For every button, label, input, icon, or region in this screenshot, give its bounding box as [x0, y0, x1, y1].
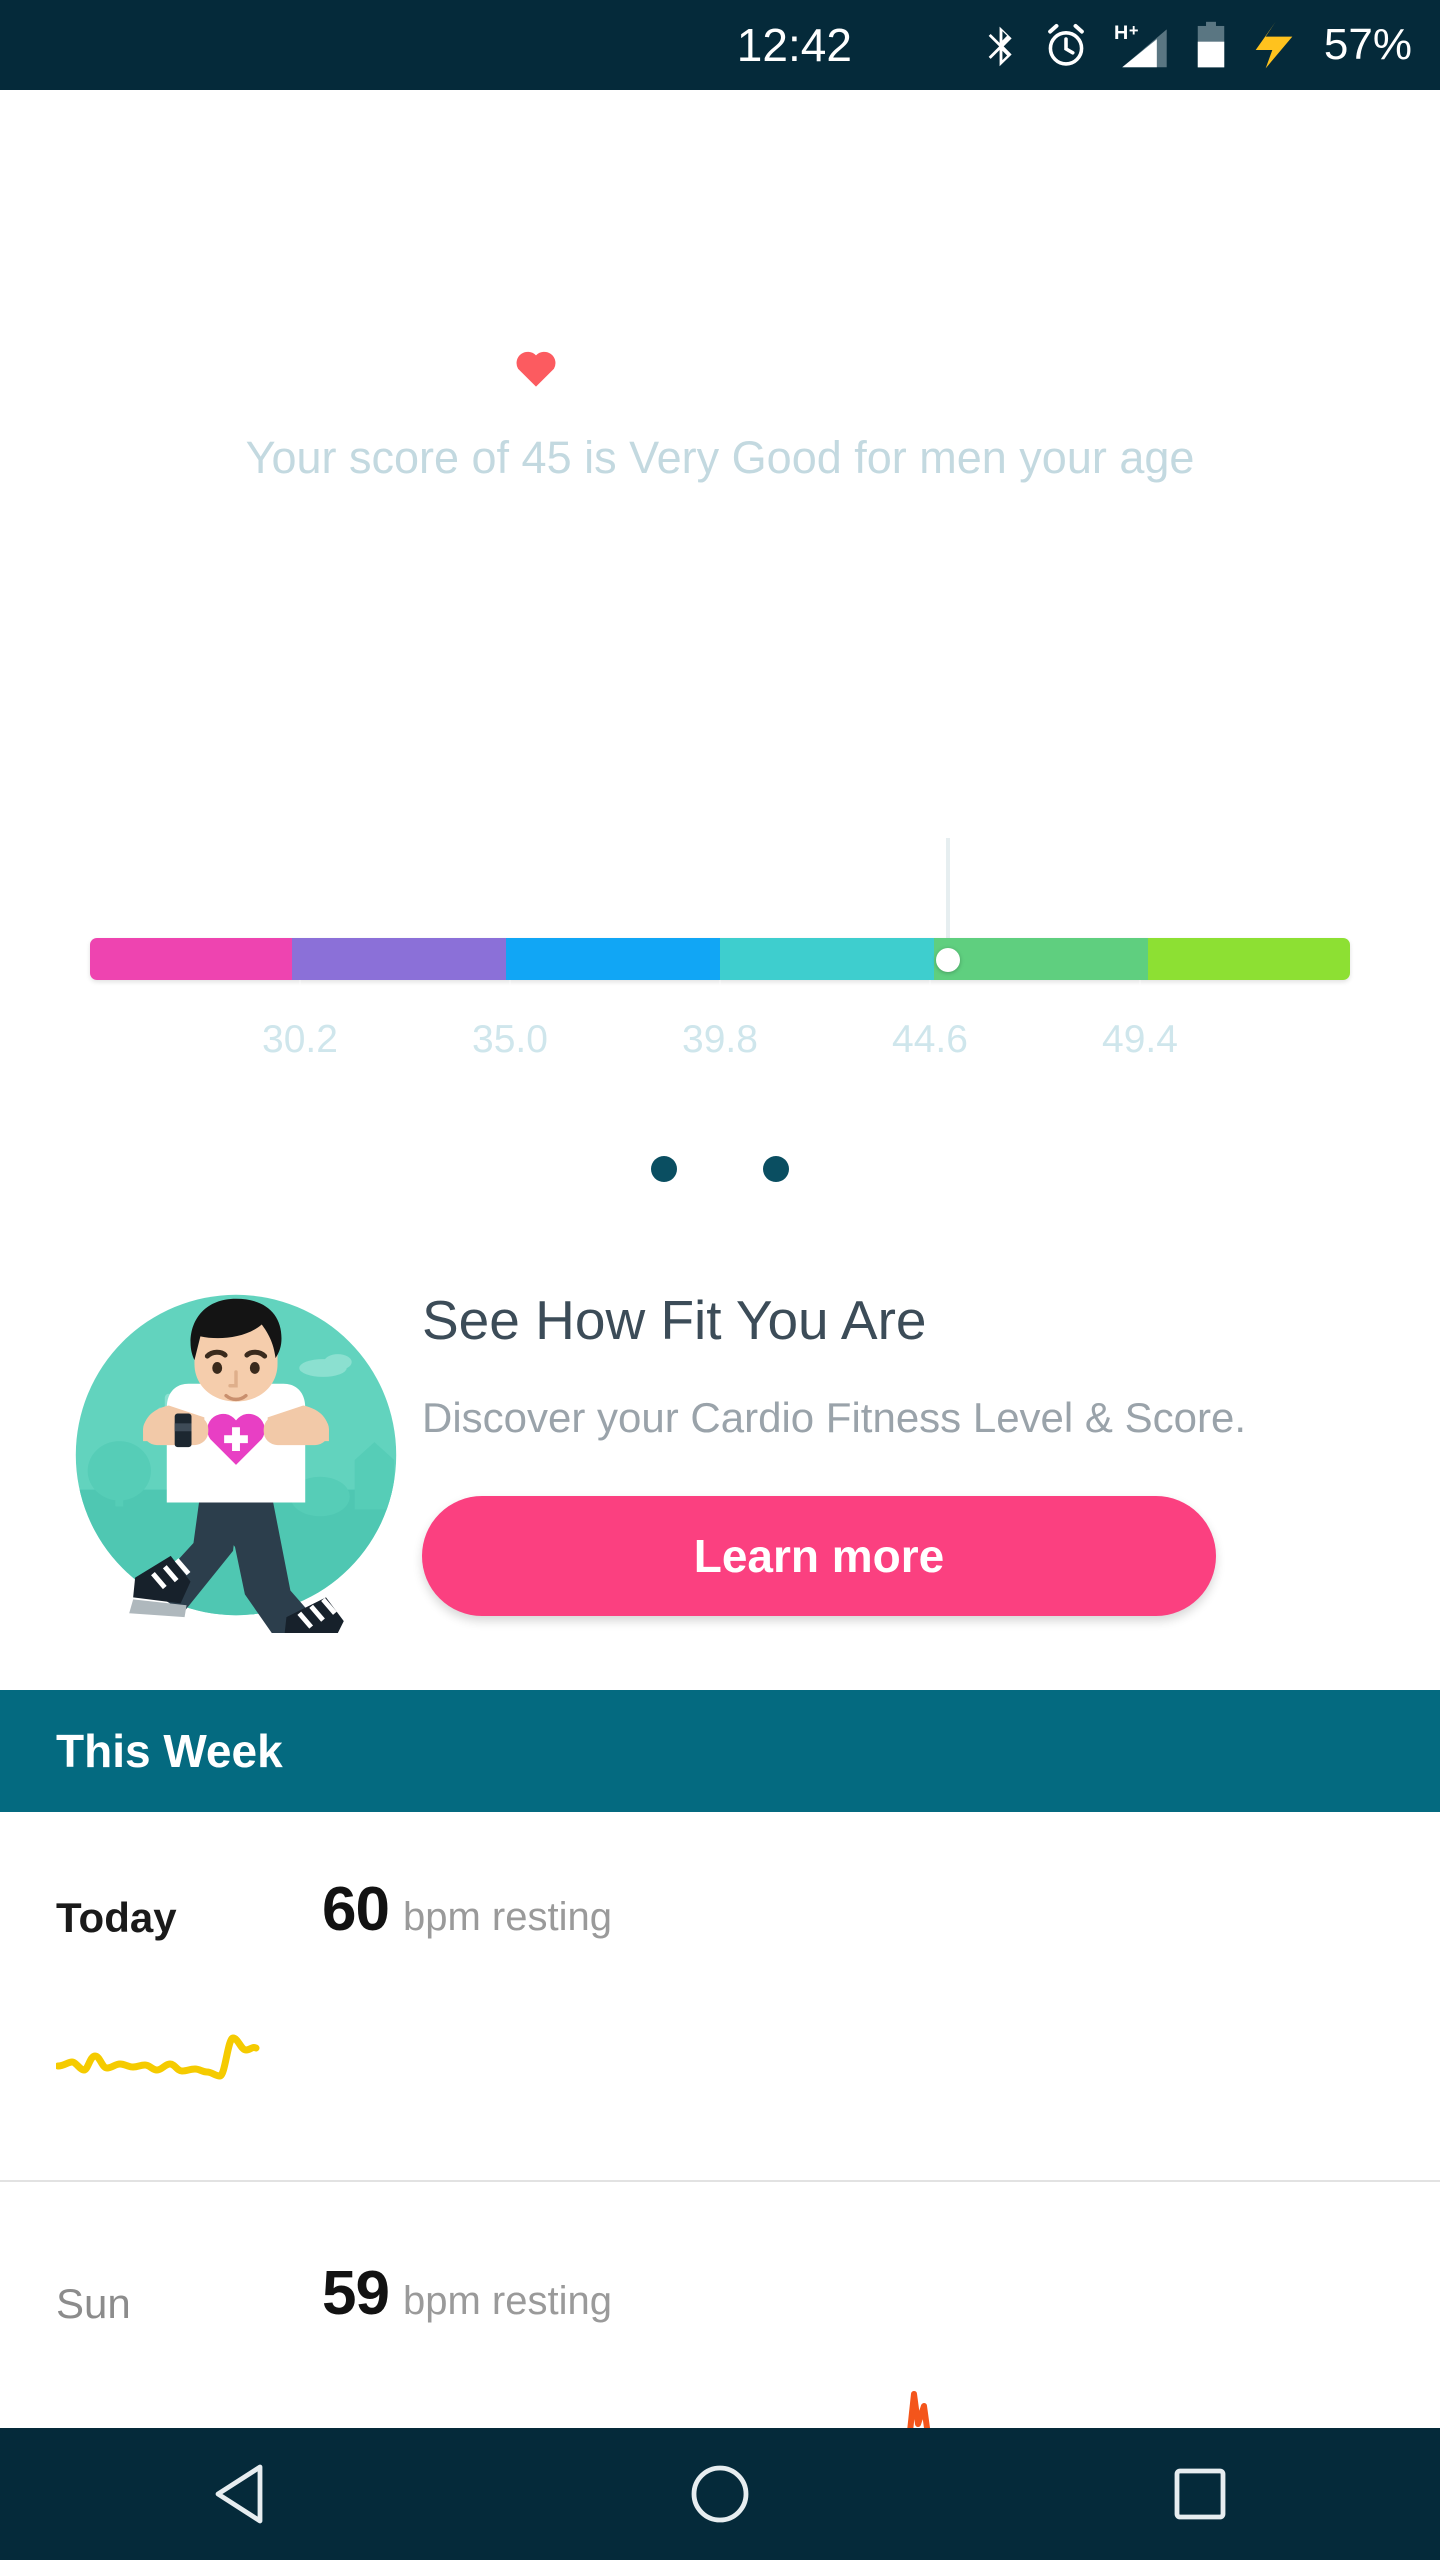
bpm-readout: 60 bpm resting — [322, 1874, 612, 1945]
cardio-fitness-header: Cardio Fitness — [0, 338, 1440, 396]
page-title: Heart Rate — [142, 132, 435, 199]
nav-home-button[interactable] — [620, 2428, 820, 2560]
home-circle-icon — [689, 2463, 751, 2525]
heart-rate-sparkline — [56, 2022, 316, 2102]
bpm-unit: bpm resting — [403, 1895, 612, 1940]
table-row[interactable]: Today 60 bpm resting — [0, 1812, 1440, 2180]
gauge-segment-1 — [292, 938, 506, 980]
page-dot-2[interactable] — [763, 1156, 789, 1182]
gauge-tick-line — [719, 980, 721, 1014]
this-week-label: This Week — [56, 1724, 283, 1778]
carousel-page-dots[interactable] — [0, 1156, 1440, 1182]
day-label: Today — [56, 1894, 177, 1942]
gauge-tick-label: 39.8 — [682, 1018, 758, 1062]
cardio-fitness-summary: Your score of 45 is Very Good for men yo… — [185, 428, 1255, 488]
promo-card: See How Fit You Are Discover your Cardio… — [0, 1220, 1440, 1690]
day-label: Sun — [56, 2280, 131, 2328]
recents-square-icon — [1173, 2467, 1227, 2521]
alarm-icon — [1044, 22, 1088, 68]
gauge-segment-4 — [934, 938, 1148, 980]
help-button[interactable]: ? — [1351, 128, 1392, 202]
gauge-segment-5 — [1148, 938, 1350, 980]
status-bar-clock: 12:42 — [737, 18, 852, 72]
app-bar: Heart Rate ? — [0, 90, 1440, 240]
back-triangle-icon — [212, 2463, 268, 2525]
gauge-tick-labels: 30.2 35.0 39.8 44.6 49.4 — [0, 980, 1440, 1080]
charging-bolt-icon — [1252, 20, 1296, 70]
gauge-tick-line — [299, 980, 301, 1014]
promo-title: See How Fit You Are — [422, 1288, 1390, 1352]
svg-text:H: H — [1114, 22, 1128, 44]
gauge-color-bar — [90, 938, 1350, 980]
expand-icon[interactable] — [1320, 350, 1380, 410]
gauge-needle — [946, 838, 950, 938]
gauge-tick-line — [1139, 980, 1141, 1014]
running-man-illustration — [58, 1277, 414, 1633]
table-row[interactable]: Sun 59 bpm resting — [0, 2182, 1440, 2428]
page-dot-1[interactable] — [707, 1156, 733, 1182]
learn-more-button[interactable]: Learn more — [422, 1496, 1216, 1616]
fitness-level-label: VERY GOOD — [822, 650, 1073, 693]
back-arrow-icon — [35, 138, 105, 192]
gauge-tick-label: 44.6 — [892, 1018, 968, 1062]
cardio-fitness-title: Cardio Fitness — [579, 338, 926, 396]
gauge-tick-label: 30.2 — [262, 1018, 338, 1062]
back-button[interactable] — [0, 138, 140, 192]
svg-text:+: + — [1129, 22, 1139, 40]
android-nav-bar — [0, 2428, 1440, 2560]
promo-description: Discover your Cardio Fitness Level & Sco… — [422, 1394, 1390, 1442]
gauge-segment-2 — [506, 938, 720, 980]
gauge-tick-line — [929, 980, 931, 1014]
nav-recents-button[interactable] — [1100, 2428, 1300, 2560]
promo-body: See How Fit You Are Discover your Cardio… — [422, 1294, 1440, 1616]
battery-percent-label: 57% — [1324, 20, 1412, 70]
this-week-header: This Week — [0, 1690, 1440, 1812]
battery-icon — [1196, 21, 1226, 69]
gauge-tick-label: 49.4 — [1102, 1018, 1178, 1062]
signal-h-plus-icon: H + — [1114, 21, 1170, 69]
gauge-segment-0 — [90, 938, 292, 980]
page-dot-0[interactable] — [651, 1156, 677, 1182]
heart-icon — [513, 346, 559, 388]
bpm-value: 60 — [322, 1874, 389, 1945]
bpm-unit: bpm resting — [403, 2279, 612, 2324]
gauge-segment-3 — [720, 938, 934, 980]
status-bar: 12:42 H + — [0, 0, 1440, 90]
fitness-score-value: 45 — [885, 692, 1010, 815]
gauge-tick-line — [509, 980, 511, 1014]
gauge-marker-dot — [936, 948, 960, 972]
bpm-value: 59 — [322, 2258, 389, 2329]
nav-back-button[interactable] — [140, 2428, 340, 2560]
app-screen: 12:42 H + — [0, 0, 1440, 2560]
cardio-fitness-card[interactable]: Cardio Fitness Your score of 45 is Very … — [0, 240, 1440, 1220]
cardio-fitness-gauge: VERY GOOD 45 30.235.039.844.649.4 — [0, 650, 1440, 1000]
status-bar-icons: H + 57% — [984, 20, 1412, 70]
gauge-tick-label: 35.0 — [472, 1018, 548, 1062]
bluetooth-icon — [984, 22, 1018, 68]
bpm-readout: 59 bpm resting — [322, 2258, 612, 2329]
